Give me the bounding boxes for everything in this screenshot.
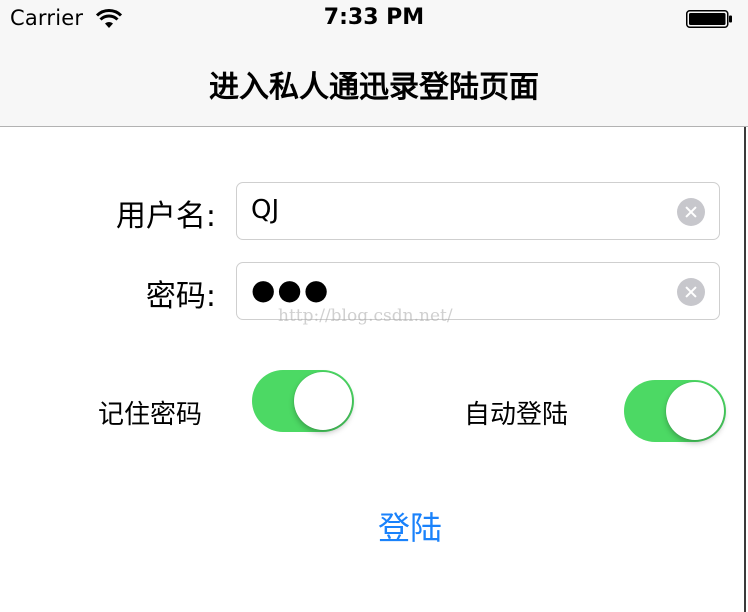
- battery-icon: [686, 10, 732, 28]
- password-masked-value: ●●●: [251, 273, 331, 306]
- remember-password-label: 记住密码: [98, 400, 203, 430]
- status-bar: Carrier 7:33 PM: [0, 0, 748, 40]
- remember-password-switch[interactable]: [252, 370, 354, 432]
- auto-login-switch[interactable]: [624, 380, 726, 442]
- auto-login-label: 自动登陆: [464, 400, 569, 430]
- username-label: 用户名:: [115, 199, 216, 234]
- username-field[interactable]: QJ: [236, 182, 720, 240]
- password-label: 密码:: [145, 279, 216, 314]
- clear-username-icon[interactable]: [677, 198, 705, 226]
- login-button[interactable]: 登陆: [0, 502, 748, 550]
- navigation-bar: 进入私人通迅录登陆页面: [0, 40, 748, 127]
- nav-title: 进入私人通迅录登陆页面: [209, 70, 539, 105]
- switch-knob: [666, 382, 724, 440]
- clock: 7:33 PM: [323, 5, 425, 30]
- clear-password-icon[interactable]: [677, 278, 705, 306]
- watermark: http://blog.csdn.net/: [278, 306, 453, 326]
- username-value: QJ: [251, 195, 280, 225]
- switch-knob: [294, 372, 352, 430]
